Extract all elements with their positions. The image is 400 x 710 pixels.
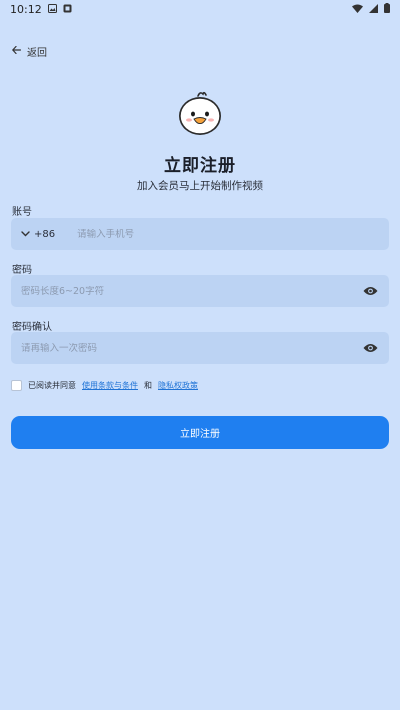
- signal-icon: [369, 3, 378, 16]
- eye-icon[interactable]: [361, 339, 379, 357]
- password-field: [11, 275, 389, 307]
- status-right: [352, 2, 390, 16]
- status-left: 10:12: [10, 3, 72, 16]
- password-label: 密码: [12, 265, 32, 276]
- register-button[interactable]: 立即注册: [11, 416, 389, 449]
- phone-input[interactable]: [77, 228, 379, 240]
- account-label: 账号: [12, 207, 32, 218]
- duck-logo-icon: [176, 90, 224, 138]
- agreement-row: 已阅读并同意 使用条款与条件 和 隐私权政策: [11, 378, 198, 392]
- password-confirm-field: [11, 332, 389, 364]
- battery-icon: [384, 2, 390, 16]
- agreement-checkbox[interactable]: [11, 379, 22, 391]
- phone-field: +86: [11, 218, 389, 250]
- status-bar: 10:12: [0, 0, 400, 18]
- back-button[interactable]: 返回: [11, 43, 47, 59]
- status-time: 10:12: [10, 2, 42, 16]
- page-subtitle: 加入会员马上开始制作视频: [137, 180, 263, 192]
- back-label: 返回: [27, 47, 47, 59]
- terms-link[interactable]: 使用条款与条件: [82, 380, 138, 391]
- country-code-value: +86: [34, 228, 56, 240]
- privacy-link[interactable]: 隐私权政策: [158, 380, 198, 391]
- wifi-icon: [352, 3, 363, 16]
- password-confirm-input[interactable]: [21, 342, 361, 354]
- password-input[interactable]: [21, 285, 361, 297]
- agreement-conjunction: 和: [144, 380, 152, 390]
- notification-icon: [63, 3, 72, 16]
- country-code-select[interactable]: +86: [21, 229, 55, 240]
- password-confirm-label: 密码确认: [12, 322, 52, 333]
- gallery-icon: [47, 3, 57, 16]
- eye-icon[interactable]: [361, 282, 379, 300]
- chevron-down-icon: [21, 229, 30, 240]
- page-title: 立即注册: [164, 156, 236, 176]
- agreement-prefix: 已阅读并同意: [28, 380, 76, 390]
- arrow-left-icon: [11, 45, 22, 57]
